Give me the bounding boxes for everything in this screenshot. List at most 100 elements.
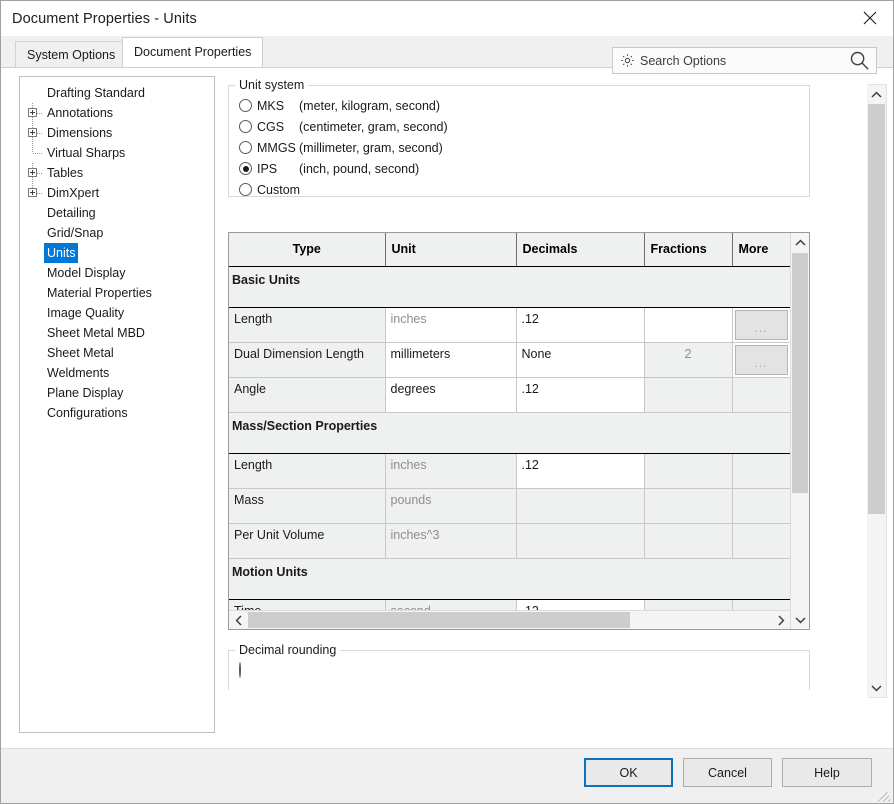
cancel-button[interactable]: Cancel (683, 758, 772, 787)
tree-item[interactable]: Material Properties (20, 283, 214, 303)
column-header-fractions[interactable]: Fractions (644, 233, 732, 266)
radio-unit-system-ips[interactable]: IPS (inch, pound, second) (229, 158, 809, 179)
radio-unit-system-custom[interactable]: Custom (229, 179, 809, 200)
tree-item[interactable]: Annotations (20, 103, 214, 123)
tree-item[interactable]: Grid/Snap (20, 223, 214, 243)
table-horizontal-scrollbar[interactable] (229, 610, 790, 629)
table-row[interactable]: Angle degrees .12 (229, 377, 790, 412)
table-vertical-scrollbar[interactable] (790, 233, 809, 629)
radio-icon (239, 120, 252, 133)
tree-item-label: Detailing (44, 203, 99, 223)
expand-plus-icon[interactable] (26, 103, 44, 123)
cell-fractions[interactable] (644, 307, 732, 342)
tree-item-label: DimXpert (44, 183, 102, 203)
more-button[interactable]: ... (735, 345, 788, 375)
radio-unit-system-cgs[interactable]: CGS (centimeter, gram, second) (229, 116, 809, 137)
cell-type: Mass (229, 488, 385, 523)
cell-decimals[interactable]: .12 (516, 377, 644, 412)
more-button[interactable]: ... (735, 310, 788, 340)
scroll-left-arrow-icon[interactable] (229, 611, 248, 629)
tree-item-label: Sheet Metal (44, 343, 117, 363)
radio-icon[interactable] (239, 662, 241, 678)
unit-system-group: Unit system MKS (meter, kilogram, second… (228, 85, 810, 197)
help-button[interactable]: Help (782, 758, 872, 787)
expand-plus-icon[interactable] (26, 163, 44, 183)
cell-unit[interactable]: degrees (385, 377, 516, 412)
tree-item[interactable]: Tables (20, 163, 214, 183)
pane-scrollbar-track[interactable] (867, 85, 886, 697)
tree-item[interactable]: DimXpert (20, 183, 214, 203)
expand-plus-icon[interactable] (26, 183, 44, 203)
scroll-up-arrow-icon[interactable] (867, 85, 886, 104)
radio-unit-system-mks[interactable]: MKS (meter, kilogram, second) (229, 95, 809, 116)
radio-icon (239, 183, 252, 196)
table-row[interactable]: Length inches .12 ... (229, 307, 790, 342)
column-header-decimals[interactable]: Decimals (516, 233, 644, 266)
cell-type: Length (229, 307, 385, 342)
cell-unit[interactable]: inches (385, 307, 516, 342)
search-icon[interactable] (849, 50, 870, 71)
cell-decimals (516, 488, 644, 523)
tree-item-label: Model Display (44, 263, 129, 283)
table-row[interactable]: Per Unit Volume inches^3 (229, 523, 790, 558)
table-row[interactable]: Mass pounds (229, 488, 790, 523)
search-options-box[interactable] (612, 47, 877, 74)
column-header-more[interactable]: More (732, 233, 790, 266)
tab-document-properties[interactable]: Document Properties (122, 37, 263, 67)
pane-scrollbar-thumb[interactable] (868, 104, 885, 514)
tab-system-options[interactable]: System Options (15, 41, 127, 67)
page-title: Document Properties - Units (12, 11, 197, 27)
sidebar-item-units[interactable]: Units (20, 243, 214, 263)
radio-label: CGS (257, 120, 299, 134)
column-header-type[interactable]: Type (229, 233, 385, 266)
search-input[interactable] (640, 54, 849, 68)
group-row: Basic Units (229, 266, 790, 307)
cell-decimals[interactable]: .12 (516, 307, 644, 342)
scroll-down-arrow-icon[interactable] (867, 678, 886, 697)
cell-unit[interactable]: pounds (385, 488, 516, 523)
group-row-label: Mass/Section Properties (229, 412, 790, 453)
radio-label: Custom (257, 183, 300, 197)
tree-item[interactable]: Weldments (20, 363, 214, 383)
table-row[interactable]: Dual Dimension Length millimeters None 2… (229, 342, 790, 377)
radio-unit-system-mmgs[interactable]: MMGS (millimeter, gram, second) (229, 137, 809, 158)
cell-decimals[interactable]: .12 (516, 453, 644, 488)
pane-vertical-scrollbar[interactable] (868, 84, 887, 698)
expand-plus-icon[interactable] (26, 123, 44, 143)
document-properties-dialog: Document Properties - Units System Optio… (0, 0, 894, 804)
cell-unit[interactable]: inches^3 (385, 523, 516, 558)
ok-button[interactable]: OK (584, 758, 673, 787)
resize-grip-icon[interactable] (878, 788, 891, 801)
scroll-down-arrow-icon[interactable] (791, 610, 809, 629)
tree-item-label: Weldments (44, 363, 112, 383)
table-row[interactable]: Length inches .12 (229, 453, 790, 488)
tree-item[interactable]: Sheet Metal (20, 343, 214, 363)
radio-icon (239, 99, 252, 112)
tree-item[interactable]: Image Quality (20, 303, 214, 323)
cell-more: ... (732, 342, 790, 377)
column-header-unit[interactable]: Unit (385, 233, 516, 266)
dialog-footer: OK Cancel Help (1, 748, 893, 803)
tree-item[interactable]: Virtual Sharps (20, 143, 214, 163)
close-icon[interactable] (846, 1, 893, 35)
tree-item[interactable]: Detailing (20, 203, 214, 223)
cell-fractions[interactable]: 2 (644, 342, 732, 377)
scroll-up-arrow-icon[interactable] (791, 233, 809, 252)
tree-item[interactable]: Configurations (20, 403, 214, 423)
radio-description: (inch, pound, second) (299, 162, 419, 176)
units-table-frame: Type Unit Decimals Fractions More Basic … (228, 232, 810, 630)
tree-item[interactable]: Dimensions (20, 123, 214, 143)
table-scrollbar-thumb[interactable] (792, 253, 808, 493)
tree-item[interactable]: Model Display (20, 263, 214, 283)
cell-decimals[interactable]: None (516, 342, 644, 377)
tree-item[interactable]: Sheet Metal MBD (20, 323, 214, 343)
decimal-rounding-group-title: Decimal rounding (235, 643, 340, 657)
tree-item[interactable]: Drafting Standard (20, 83, 214, 103)
cell-unit[interactable]: inches (385, 453, 516, 488)
cell-fractions (644, 488, 732, 523)
settings-tree[interactable]: Drafting Standard Annotations Dimensions… (19, 76, 215, 733)
scroll-right-arrow-icon[interactable] (771, 611, 790, 629)
cell-unit[interactable]: millimeters (385, 342, 516, 377)
table-hscrollbar-thumb[interactable] (248, 612, 630, 628)
tree-item[interactable]: Plane Display (20, 383, 214, 403)
